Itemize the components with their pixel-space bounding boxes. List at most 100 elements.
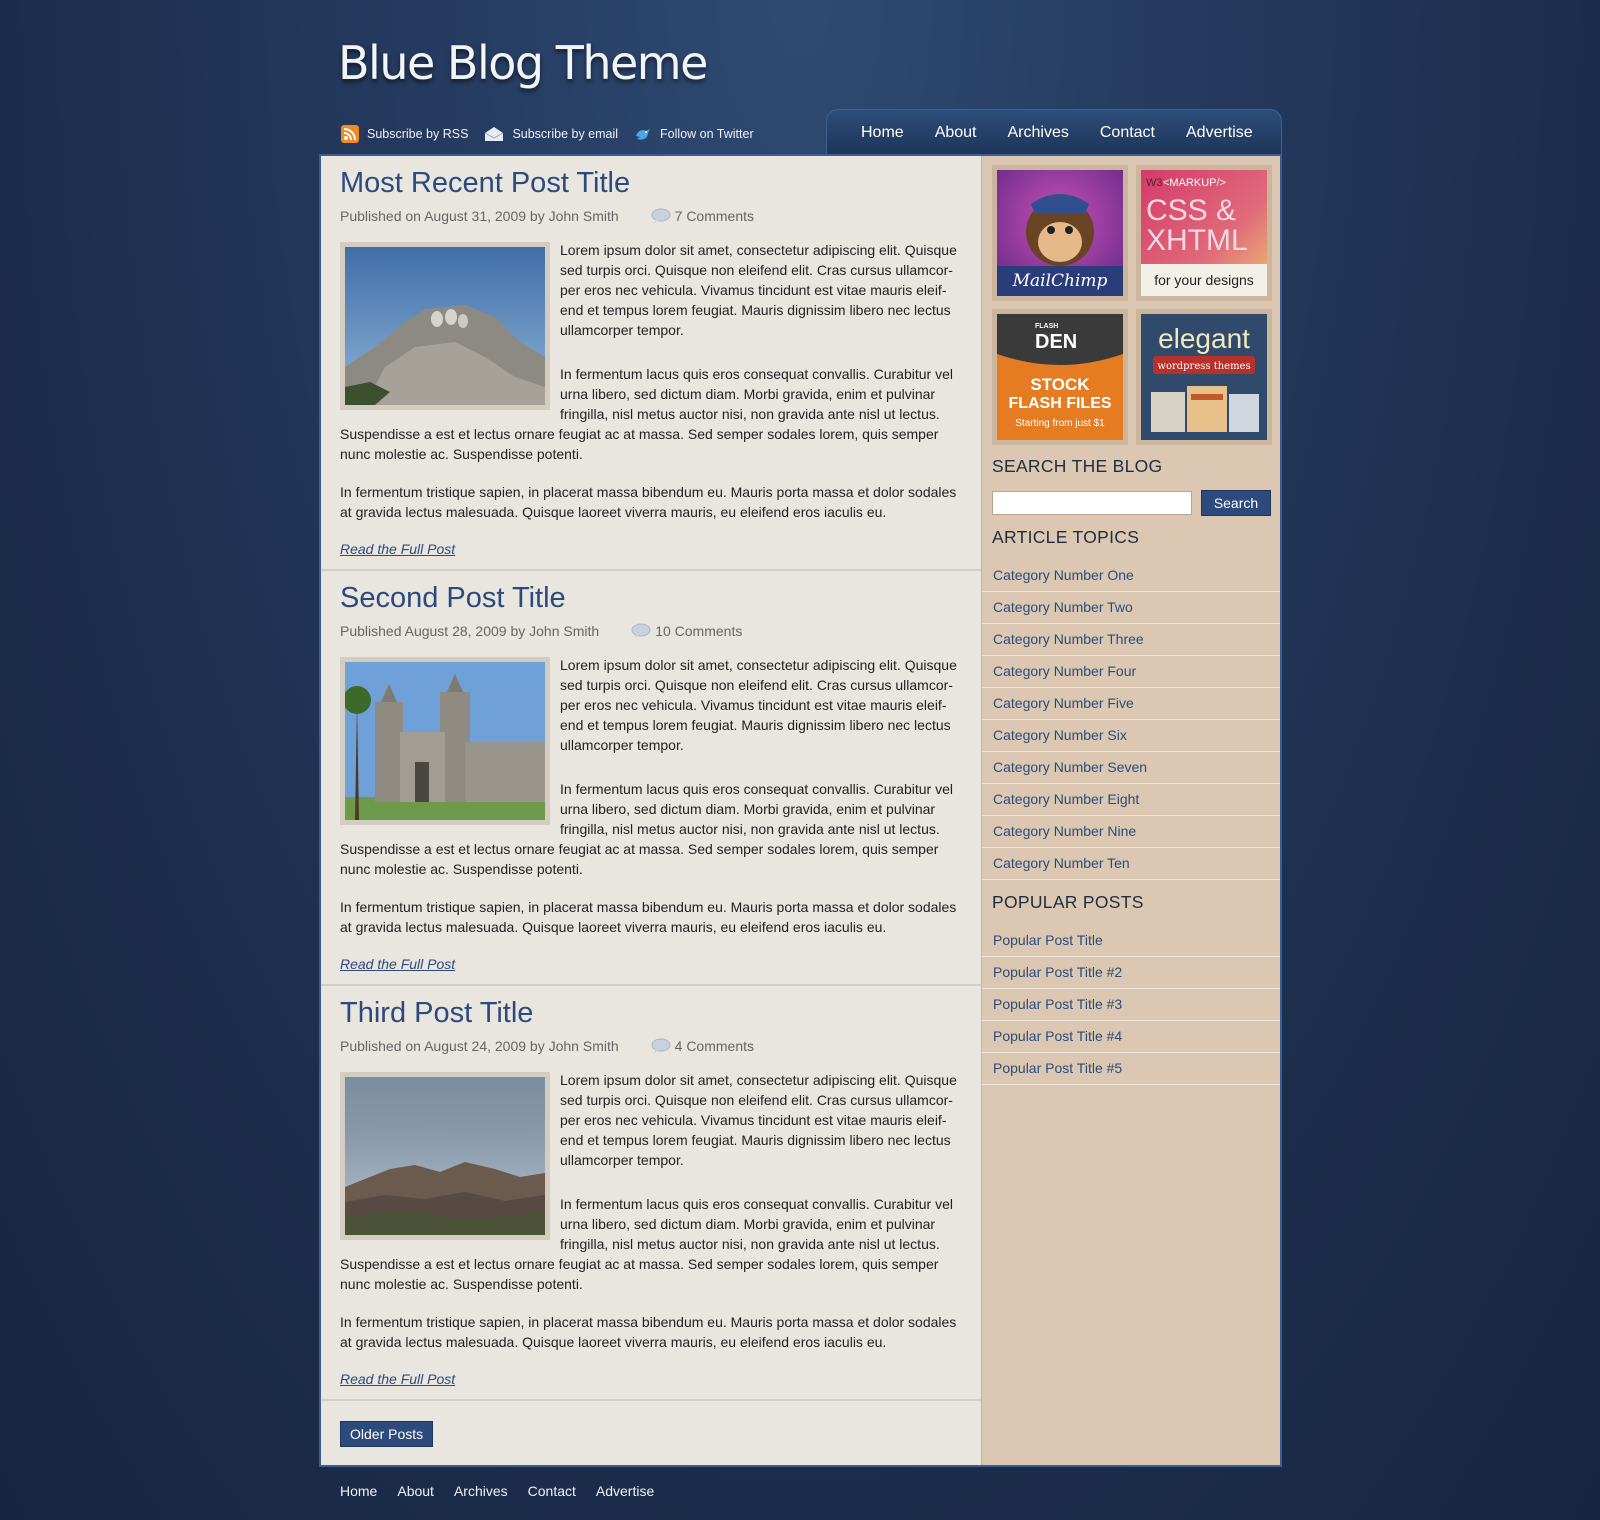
footer-nav-contact[interactable]: Contact	[528, 1483, 576, 1499]
site-title[interactable]: Blue Blog Theme	[338, 36, 708, 90]
post-title[interactable]: Second Post Title	[340, 582, 566, 615]
post-paragraph: Lorem ipsum dolor sit amet, consectetur …	[560, 242, 957, 338]
markup-ad-sub: for your designs	[1154, 272, 1254, 288]
popular-post-link[interactable]: Popular Post Title #4	[982, 1021, 1280, 1053]
topic-link[interactable]: Category Number Five	[982, 688, 1280, 720]
ad-mailchimp[interactable]: MailChimp	[992, 165, 1128, 301]
elegant-ad-logo: elegant	[1158, 323, 1250, 354]
post-thumbnail[interactable]	[340, 1072, 550, 1240]
footer-nav-advertise[interactable]: Advertise	[596, 1483, 654, 1499]
ad-elegant-themes[interactable]: elegant wordpress themes	[1136, 309, 1272, 445]
popular-post-link[interactable]: Popular Post Title #5	[982, 1053, 1280, 1085]
nav-contact[interactable]: Contact	[1100, 124, 1155, 142]
flashden-ad-logo: DEN	[1035, 331, 1077, 353]
post-meta: Published on August 24, 2009 by John Smi…	[340, 1038, 754, 1054]
post-date-author: Published on August 31, 2009 by John Smi…	[340, 208, 619, 224]
search-heading: SEARCH THE BLOG	[992, 456, 1163, 476]
post-paragraph: In fermentum tristique sapien, in placer…	[340, 1314, 957, 1350]
subscribe-bar: Subscribe by RSS Subscribe by email Foll…	[341, 125, 770, 143]
topic-link[interactable]: Category Number Ten	[982, 848, 1280, 880]
read-more-link[interactable]: Read the Full Post	[340, 541, 455, 557]
search-button[interactable]: Search	[1201, 490, 1271, 516]
post: Most Recent Post Title Published on Augu…	[321, 156, 981, 571]
post: Second Post Title Published August 28, 2…	[321, 571, 981, 986]
rss-icon	[341, 125, 359, 143]
twitter-bird-icon	[636, 129, 651, 140]
topic-link[interactable]: Category Number One	[982, 560, 1280, 592]
comments-link[interactable]: 7 Comments	[651, 208, 754, 224]
ad-flashden[interactable]: FLASH DEN STOCK FLASH FILES Starting fro…	[992, 309, 1128, 445]
popular-post-link[interactable]: Popular Post Title #3	[982, 989, 1280, 1021]
main-nav: Home About Archives Contact Advertise	[826, 109, 1282, 155]
article-topics-list: Category Number One Category Number Two …	[982, 560, 1280, 880]
post: Third Post Title Published on August 24,…	[321, 986, 981, 1401]
older-posts-button[interactable]: Older Posts	[340, 1421, 434, 1447]
comment-bubble-icon	[651, 208, 671, 223]
topic-link[interactable]: Category Number Four	[982, 656, 1280, 688]
post-title[interactable]: Most Recent Post Title	[340, 167, 630, 200]
post-paragraph: In fermentum tristique sapien, in placer…	[340, 484, 957, 520]
topic-link[interactable]: Category Number Three	[982, 624, 1280, 656]
comments-link[interactable]: 10 Comments	[631, 623, 742, 639]
post-paragraph: Lorem ipsum dolor sit amet, consectetur …	[560, 1072, 957, 1168]
markup-ad-w3: W3	[1146, 177, 1163, 189]
post-meta: Published on August 31, 2009 by John Smi…	[340, 208, 754, 224]
post-date-author: Published on August 24, 2009 by John Smi…	[340, 1038, 619, 1054]
flashden-ad-small: FLASH	[1035, 323, 1058, 330]
footer-nav: Home About Archives Contact Advertise	[340, 1483, 674, 1499]
footer-nav-home[interactable]: Home	[340, 1483, 377, 1499]
post-paragraph: Lorem ipsum dolor sit amet, consectetur …	[560, 657, 957, 753]
sidebar: MailChimp W3 <MARKUP/> CSS & XHTML for y…	[981, 156, 1280, 1465]
flashden-ad-line2: FLASH FILES	[1008, 395, 1111, 412]
nav-advertise[interactable]: Advertise	[1186, 124, 1253, 142]
markup-ad-tag: <MARKUP/>	[1163, 177, 1226, 189]
main-content: Most Recent Post Title Published on Augu…	[321, 156, 981, 1465]
follow-twitter-link[interactable]: Follow on Twitter	[634, 126, 754, 142]
popular-posts-heading: POPULAR POSTS	[992, 892, 1144, 912]
markup-ad-line1: CSS &	[1146, 194, 1236, 227]
post-date-author: Published August 28, 2009 by John Smith	[340, 623, 600, 639]
read-more-link[interactable]: Read the Full Post	[340, 1371, 455, 1387]
read-more-link[interactable]: Read the Full Post	[340, 956, 455, 972]
subscribe-email-link[interactable]: Subscribe by email	[484, 126, 618, 142]
flashden-ad-line1: STOCK	[1030, 375, 1090, 394]
subscribe-rss-label: Subscribe by RSS	[367, 127, 469, 141]
topic-link[interactable]: Category Number Seven	[982, 752, 1280, 784]
email-icon	[485, 127, 504, 141]
elegant-themes-ad-image: elegant wordpress themes	[1141, 314, 1267, 440]
footer-nav-about[interactable]: About	[397, 1483, 434, 1499]
topic-link[interactable]: Category Number Six	[982, 720, 1280, 752]
nav-about[interactable]: About	[935, 124, 977, 142]
topic-link[interactable]: Category Number Nine	[982, 816, 1280, 848]
topic-link[interactable]: Category Number Eight	[982, 784, 1280, 816]
post-thumbnail[interactable]	[340, 657, 550, 825]
flashden-ad-image: FLASH DEN STOCK FLASH FILES Starting fro…	[997, 314, 1123, 440]
post-paragraph: Suspendisse a est et lectus ornare feugi…	[340, 841, 939, 877]
mailchimp-ad-text: MailChimp	[1012, 271, 1108, 291]
follow-twitter-label: Follow on Twitter	[660, 127, 754, 141]
topic-link[interactable]: Category Number Two	[982, 592, 1280, 624]
nav-archives[interactable]: Archives	[1008, 124, 1069, 142]
mission-church-photo	[345, 662, 545, 820]
mailchimp-ad-image: MailChimp	[997, 170, 1123, 296]
comment-bubble-icon	[651, 1038, 671, 1053]
subscribe-rss-link[interactable]: Subscribe by RSS	[341, 125, 468, 143]
post-title[interactable]: Third Post Title	[340, 997, 533, 1030]
post-meta: Published August 28, 2009 by John Smith …	[340, 623, 742, 639]
post-paragraph: Suspendisse a est et lectus ornare feugi…	[340, 426, 939, 462]
nav-home[interactable]: Home	[861, 124, 904, 142]
popular-post-link[interactable]: Popular Post Title #2	[982, 957, 1280, 989]
search-input[interactable]	[992, 491, 1192, 515]
popular-post-link[interactable]: Popular Post Title	[982, 925, 1280, 957]
post-thumbnail[interactable]	[340, 242, 550, 410]
article-topics-heading: ARTICLE TOPICS	[992, 527, 1140, 547]
subscribe-email-label: Subscribe by email	[512, 127, 619, 141]
comments-link[interactable]: 4 Comments	[651, 1038, 754, 1054]
mount-rushmore-photo	[345, 247, 545, 405]
flashden-ad-sub: Starting from just $1	[1015, 418, 1105, 429]
ad-markup-css-xhtml[interactable]: W3 <MARKUP/> CSS & XHTML for your design…	[1136, 165, 1272, 301]
markup-ad-line2: XHTML	[1146, 224, 1248, 257]
post-paragraph: In fermentum tristique sapien, in placer…	[340, 899, 957, 935]
post-paragraph: In fermentum lacus quis eros consequat c…	[560, 1196, 953, 1252]
footer-nav-archives[interactable]: Archives	[454, 1483, 508, 1499]
